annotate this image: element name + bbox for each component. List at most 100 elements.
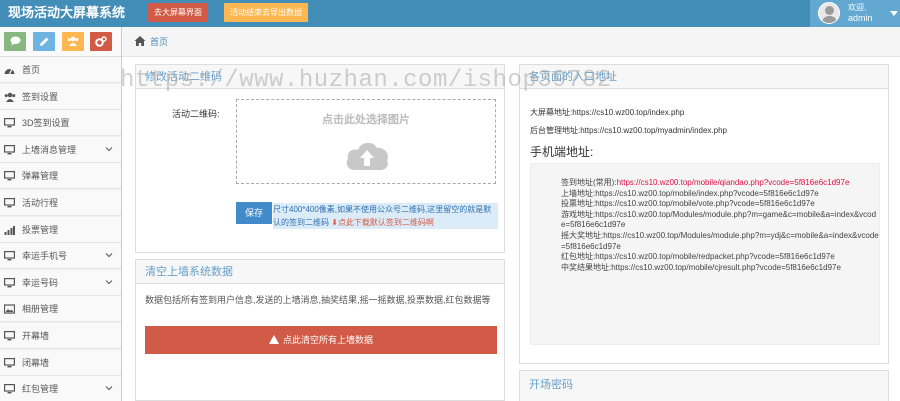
dashboard-icon xyxy=(4,68,15,75)
opening-password-panel: 开场密码 xyxy=(519,370,889,401)
app-title[interactable]: 现场活动大屏幕系统 xyxy=(8,4,125,22)
chevron-down-icon xyxy=(105,146,113,152)
mobile-url-line: 红包地址:https://cs10.wz00.top/mobile/redpac… xyxy=(561,252,879,263)
comment-icon[interactable] xyxy=(4,32,26,51)
signin-url[interactable]: https://cs10.wz00.top/mobile/qiandao.php… xyxy=(617,178,850,187)
sidebar-item-label: 幸运手机号 xyxy=(22,251,68,262)
screen-url-label: 大屏幕地址: xyxy=(530,108,573,117)
mobile-url-text: 上墙地址:https://cs10.wz00.top/mobile/index.… xyxy=(561,188,819,198)
cloud-upload-icon xyxy=(346,142,388,170)
sidebar-item-label: 幸运号码 xyxy=(22,277,59,288)
panel-header: 开场密码 xyxy=(520,371,888,401)
clear-data-panel: 清空上墙系统数据 数据包括所有签到用户信息,发送的上墙消息,抽奖结果,摇一摇数据… xyxy=(135,259,505,401)
users-icon[interactable] xyxy=(62,32,84,51)
sidebar-item-label: 弹幕管理 xyxy=(22,171,59,182)
admin-url[interactable]: https://cs10.wz00.top/myadmin/index.php xyxy=(580,126,727,135)
sidebar-shortcuts xyxy=(0,27,121,57)
mobile-urls-box: 签到地址(常用):https://cs10.wz00.top/mobile/qi… xyxy=(530,163,880,345)
sidebar-item-label: 红包管理 xyxy=(22,384,59,395)
sidebar-item-label: 投票管理 xyxy=(22,224,59,235)
sidebar-item[interactable]: 闭幕墙 xyxy=(0,349,121,376)
panel-title: 开场密码 xyxy=(529,379,573,391)
sidebar-item[interactable]: 弹幕管理 xyxy=(0,163,121,190)
sidebar-item-label: 闭幕墙 xyxy=(22,357,50,368)
mobile-url-text: 红包地址:https://cs10.wz00.top/mobile/redpac… xyxy=(561,252,835,262)
sidebar-item[interactable]: 幸运号码 xyxy=(0,269,121,296)
sidebar-item[interactable]: 相册管理 xyxy=(0,296,121,323)
save-button[interactable]: 保存 xyxy=(236,202,272,224)
mobile-url-text: 摇大奖地址:https://cs10.wz00.top/Modules/modu… xyxy=(561,230,879,251)
dropzone-text: 点击此处选择图片 xyxy=(322,114,410,126)
desktop-icon xyxy=(4,384,15,394)
screen-url-row: 大屏幕地址:https://cs10.wz00.top/index.php xyxy=(530,107,684,118)
desktop-icon xyxy=(4,198,15,208)
go-big-screen-button[interactable]: 去大屏幕界面 xyxy=(148,3,208,22)
panel-header: 修改活动二维码 xyxy=(136,65,504,89)
admin-url-row: 后台管理地址:https://cs10.wz00.top/myadmin/ind… xyxy=(530,125,727,136)
sidebar-item[interactable]: 幸运手机号 xyxy=(0,243,121,270)
mobile-url-text: 游戏地址:https://cs10.wz00.top/Modules/modul… xyxy=(561,209,877,230)
screen-url[interactable]: https://cs10.wz00.top/index.php xyxy=(572,108,684,117)
mobile-url-line: 中奖结果地址:https://cs10.wz00.top/mobile/cjre… xyxy=(561,263,879,274)
sidebar-item[interactable]: 活动行程 xyxy=(0,190,121,216)
mobile-url-line: 签到地址(常用):https://cs10.wz00.top/mobile/qi… xyxy=(561,178,879,189)
sidebar-item-label: 首页 xyxy=(22,65,41,75)
sidebar-item-label: 活动行程 xyxy=(22,198,59,208)
clear-button-label: 点此清空所有上墙数据 xyxy=(282,335,373,345)
sidebar: 首页签到设置 3D签到设置 上墙消息管理 弹幕管理活动行程投票管理幸运手机号幸运号码相… xyxy=(0,27,122,401)
caret-down-icon xyxy=(890,11,898,16)
top-navbar: 现场活动大屏幕系统 去大屏幕界面 活动结束去导出数据 欢迎, admin xyxy=(0,0,900,27)
clear-all-data-button[interactable]: 点此清空所有上墙数据 xyxy=(145,326,497,354)
pencil-icon[interactable] xyxy=(33,32,55,51)
mobile-url-text: 中奖结果地址:https://cs10.wz00.top/mobile/cjre… xyxy=(561,262,841,272)
breadcrumb: 首页 xyxy=(122,27,900,57)
sidebar-item-label: 上墙消息管理 xyxy=(22,144,77,155)
download-default-qr-link[interactable]: ⬇点此下载默认签到二维码啊 xyxy=(331,218,434,227)
image-dropzone[interactable]: 点击此处选择图片 xyxy=(236,99,496,184)
download-link-label: 点此下载默认签到二维码啊 xyxy=(337,218,434,227)
chevron-down-icon xyxy=(105,253,113,258)
desktop-icon xyxy=(4,251,15,261)
chevron-down-icon xyxy=(105,386,113,391)
desktop-icon xyxy=(4,144,15,155)
sidebar-item-label: 开幕墙 xyxy=(22,331,50,341)
sidebar-item[interactable]: 开幕墙 xyxy=(0,323,121,349)
qr-field-label: 活动二维码: xyxy=(172,109,220,119)
qr-hint: 尺寸400*400像素,如果不使用公众号二维码,这里留空的就是默认的签到二维码 … xyxy=(273,203,498,229)
picture-icon xyxy=(4,304,15,314)
desktop-icon xyxy=(4,277,15,288)
sidebar-item[interactable]: 3D签到设置 xyxy=(0,110,121,137)
sidebar-item[interactable]: 首页 xyxy=(0,57,121,83)
desktop-icon xyxy=(4,357,15,367)
desktop-icon xyxy=(4,171,15,181)
sidebar-item[interactable]: 签到设置 xyxy=(0,83,121,110)
user-menu[interactable]: 欢迎, admin xyxy=(810,0,900,27)
mobile-url-text: 签到地址(常用): xyxy=(561,178,617,187)
sidebar-item-label: 签到设置 xyxy=(22,91,59,102)
username: admin xyxy=(848,13,873,23)
sidebar-item[interactable]: 红包管理 xyxy=(0,376,121,401)
sidebar-item[interactable]: 投票管理 xyxy=(0,216,121,243)
sidebar-item-label: 3D签到设置 xyxy=(22,118,70,129)
home-icon xyxy=(134,36,146,46)
mobile-url-line: 游戏地址:https://cs10.wz00.top/Modules/modul… xyxy=(561,210,879,231)
entry-urls-panel: 各页面的入口地址 大屏幕地址:https://cs10.wz00.top/ind… xyxy=(519,64,889,364)
panel-title: 各页面的入口地址 xyxy=(529,71,617,83)
export-data-button[interactable]: 活动结束去导出数据 xyxy=(224,3,308,22)
welcome-text: 欢迎, xyxy=(848,3,867,12)
warning-icon xyxy=(268,335,279,344)
mobile-url-line: 上墙地址:https://cs10.wz00.top/mobile/index.… xyxy=(561,189,879,200)
chevron-down-icon xyxy=(105,279,113,285)
panel-header: 清空上墙系统数据 xyxy=(136,260,504,284)
users-icon xyxy=(4,92,16,102)
panel-header: 各页面的入口地址 xyxy=(520,65,888,89)
cogs-icon[interactable] xyxy=(90,32,112,51)
qr-code-panel: 修改活动二维码 活动二维码: 点击此处选择图片 保存 尺寸400*400像素,如… xyxy=(135,64,505,253)
desktop-icon xyxy=(4,331,15,341)
panel-title: 清空上墙系统数据 xyxy=(145,266,233,278)
breadcrumb-home-link[interactable]: 首页 xyxy=(150,37,168,48)
avatar xyxy=(818,2,840,24)
signal-icon xyxy=(4,225,15,235)
sidebar-item[interactable]: 上墙消息管理 xyxy=(0,136,121,163)
mobile-url-line: 投票地址:https://cs10.wz00.top/mobile/vote.p… xyxy=(561,199,879,210)
